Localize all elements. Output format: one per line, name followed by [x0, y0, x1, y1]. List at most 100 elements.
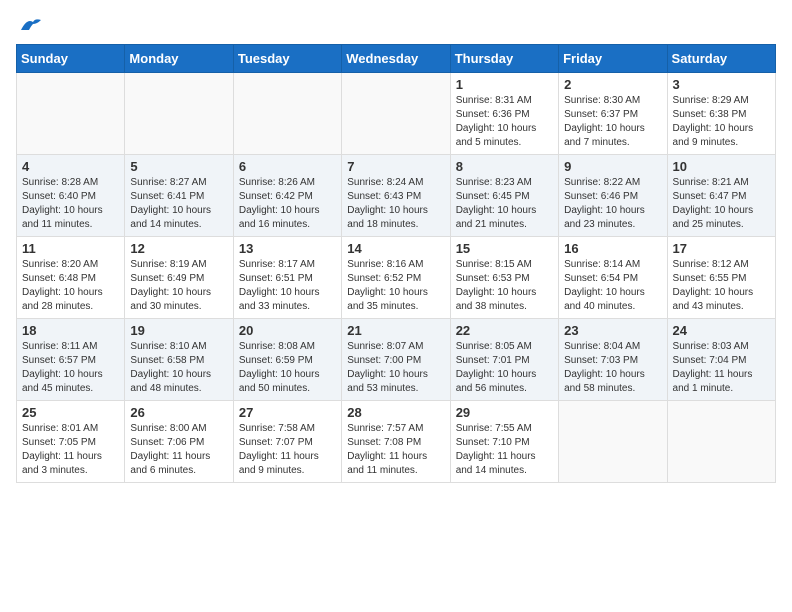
day-info: Sunrise: 8:11 AM Sunset: 6:57 PM Dayligh…: [22, 340, 119, 396]
day-info: Sunrise: 8:07 AM Sunset: 7:00 PM Dayligh…: [347, 340, 444, 396]
day-number: 9: [564, 159, 661, 174]
day-info: Sunrise: 8:22 AM Sunset: 6:46 PM Dayligh…: [564, 176, 661, 232]
weekday-header-sunday: Sunday: [17, 45, 125, 73]
calendar-day-cell: [342, 73, 450, 155]
logo: [16, 16, 41, 34]
day-number: 6: [239, 159, 336, 174]
day-info: Sunrise: 8:04 AM Sunset: 7:03 PM Dayligh…: [564, 340, 661, 396]
calendar-week-row: 4 Sunrise: 8:28 AM Sunset: 6:40 PM Daylig…: [17, 155, 776, 237]
calendar-day-cell: [125, 73, 233, 155]
weekday-header-saturday: Saturday: [667, 45, 775, 73]
header: [16, 16, 776, 34]
calendar-day-cell: 3 Sunrise: 8:29 AM Sunset: 6:38 PM Daylig…: [667, 73, 775, 155]
day-number: 4: [22, 159, 119, 174]
calendar-day-cell: 1 Sunrise: 8:31 AM Sunset: 6:36 PM Daylig…: [450, 73, 558, 155]
calendar-day-cell: [233, 73, 341, 155]
calendar-day-cell: 19 Sunrise: 8:10 AM Sunset: 6:58 PM Dayli…: [125, 319, 233, 401]
day-number: 12: [130, 241, 227, 256]
day-number: 7: [347, 159, 444, 174]
day-info: Sunrise: 7:57 AM Sunset: 7:08 PM Dayligh…: [347, 422, 444, 478]
day-info: Sunrise: 8:26 AM Sunset: 6:42 PM Dayligh…: [239, 176, 336, 232]
weekday-header-tuesday: Tuesday: [233, 45, 341, 73]
calendar-day-cell: 2 Sunrise: 8:30 AM Sunset: 6:37 PM Daylig…: [559, 73, 667, 155]
day-info: Sunrise: 8:23 AM Sunset: 6:45 PM Dayligh…: [456, 176, 553, 232]
calendar-day-cell: [17, 73, 125, 155]
calendar-week-row: 11 Sunrise: 8:20 AM Sunset: 6:48 PM Dayli…: [17, 237, 776, 319]
day-number: 20: [239, 323, 336, 338]
calendar-day-cell: 15 Sunrise: 8:15 AM Sunset: 6:53 PM Dayli…: [450, 237, 558, 319]
calendar-day-cell: 17 Sunrise: 8:12 AM Sunset: 6:55 PM Dayli…: [667, 237, 775, 319]
day-number: 8: [456, 159, 553, 174]
day-info: Sunrise: 8:00 AM Sunset: 7:06 PM Dayligh…: [130, 422, 227, 478]
day-number: 26: [130, 405, 227, 420]
calendar-day-cell: 18 Sunrise: 8:11 AM Sunset: 6:57 PM Dayli…: [17, 319, 125, 401]
day-info: Sunrise: 8:16 AM Sunset: 6:52 PM Dayligh…: [347, 258, 444, 314]
day-info: Sunrise: 8:31 AM Sunset: 6:36 PM Dayligh…: [456, 94, 553, 150]
day-number: 3: [673, 77, 770, 92]
day-info: Sunrise: 8:10 AM Sunset: 6:58 PM Dayligh…: [130, 340, 227, 396]
day-number: 10: [673, 159, 770, 174]
day-info: Sunrise: 7:55 AM Sunset: 7:10 PM Dayligh…: [456, 422, 553, 478]
calendar-day-cell: 14Sunrise: 8:16 AM Sunset: 6:52 PM Dayli…: [342, 237, 450, 319]
calendar-day-cell: 28 Sunrise: 7:57 AM Sunset: 7:08 PM Dayli…: [342, 401, 450, 483]
day-number: 27: [239, 405, 336, 420]
calendar-table: SundayMondayTuesdayWednesdayThursdayFrid…: [16, 44, 776, 483]
day-number: 1: [456, 77, 553, 92]
day-number: 21: [347, 323, 444, 338]
day-number: 13: [239, 241, 336, 256]
day-number: 23: [564, 323, 661, 338]
day-info: Sunrise: 8:03 AM Sunset: 7:04 PM Dayligh…: [673, 340, 770, 396]
calendar-day-cell: 10 Sunrise: 8:21 AM Sunset: 6:47 PM Dayli…: [667, 155, 775, 237]
day-info: Sunrise: 8:12 AM Sunset: 6:55 PM Dayligh…: [673, 258, 770, 314]
day-info: Sunrise: 8:05 AM Sunset: 7:01 PM Dayligh…: [456, 340, 553, 396]
day-info: Sunrise: 8:30 AM Sunset: 6:37 PM Dayligh…: [564, 94, 661, 150]
day-number: 16: [564, 241, 661, 256]
calendar-week-row: 18 Sunrise: 8:11 AM Sunset: 6:57 PM Dayli…: [17, 319, 776, 401]
calendar-day-cell: 23 Sunrise: 8:04 AM Sunset: 7:03 PM Dayli…: [559, 319, 667, 401]
calendar-day-cell: 21 Sunrise: 8:07 AM Sunset: 7:00 PM Dayli…: [342, 319, 450, 401]
calendar-header-row: SundayMondayTuesdayWednesdayThursdayFrid…: [17, 45, 776, 73]
calendar-day-cell: 22 Sunrise: 8:05 AM Sunset: 7:01 PM Dayli…: [450, 319, 558, 401]
day-number: 18: [22, 323, 119, 338]
calendar-day-cell: 6 Sunrise: 8:26 AM Sunset: 6:42 PM Daylig…: [233, 155, 341, 237]
day-info: Sunrise: 7:58 AM Sunset: 7:07 PM Dayligh…: [239, 422, 336, 478]
day-number: 28: [347, 405, 444, 420]
day-info: Sunrise: 8:24 AM Sunset: 6:43 PM Dayligh…: [347, 176, 444, 232]
day-info: Sunrise: 8:27 AM Sunset: 6:41 PM Dayligh…: [130, 176, 227, 232]
day-info: Sunrise: 8:01 AM Sunset: 7:05 PM Dayligh…: [22, 422, 119, 478]
calendar-day-cell: 26 Sunrise: 8:00 AM Sunset: 7:06 PM Dayli…: [125, 401, 233, 483]
day-info: Sunrise: 8:20 AM Sunset: 6:48 PM Dayligh…: [22, 258, 119, 314]
calendar-day-cell: 8 Sunrise: 8:23 AM Sunset: 6:45 PM Daylig…: [450, 155, 558, 237]
logo-blue: [16, 16, 41, 34]
calendar-day-cell: 7 Sunrise: 8:24 AM Sunset: 6:43 PM Daylig…: [342, 155, 450, 237]
calendar-day-cell: 25Sunrise: 8:01 AM Sunset: 7:05 PM Dayli…: [17, 401, 125, 483]
calendar-day-cell: 12 Sunrise: 8:19 AM Sunset: 6:49 PM Dayli…: [125, 237, 233, 319]
weekday-header-friday: Friday: [559, 45, 667, 73]
calendar-day-cell: 11 Sunrise: 8:20 AM Sunset: 6:48 PM Dayli…: [17, 237, 125, 319]
weekday-header-monday: Monday: [125, 45, 233, 73]
calendar-day-cell: 4 Sunrise: 8:28 AM Sunset: 6:40 PM Daylig…: [17, 155, 125, 237]
day-number: 22: [456, 323, 553, 338]
calendar-day-cell: 29Sunrise: 7:55 AM Sunset: 7:10 PM Dayli…: [450, 401, 558, 483]
calendar-day-cell: 24Sunrise: 8:03 AM Sunset: 7:04 PM Dayli…: [667, 319, 775, 401]
calendar-day-cell: [667, 401, 775, 483]
day-number: 15: [456, 241, 553, 256]
calendar-day-cell: 27 Sunrise: 7:58 AM Sunset: 7:07 PM Dayli…: [233, 401, 341, 483]
day-info: Sunrise: 8:17 AM Sunset: 6:51 PM Dayligh…: [239, 258, 336, 314]
day-number: 11: [22, 241, 119, 256]
calendar-day-cell: 16 Sunrise: 8:14 AM Sunset: 6:54 PM Dayli…: [559, 237, 667, 319]
day-info: Sunrise: 8:19 AM Sunset: 6:49 PM Dayligh…: [130, 258, 227, 314]
day-info: Sunrise: 8:29 AM Sunset: 6:38 PM Dayligh…: [673, 94, 770, 150]
calendar-week-row: 1 Sunrise: 8:31 AM Sunset: 6:36 PM Daylig…: [17, 73, 776, 155]
day-number: 19: [130, 323, 227, 338]
day-info: Sunrise: 8:21 AM Sunset: 6:47 PM Dayligh…: [673, 176, 770, 232]
day-info: Sunrise: 8:15 AM Sunset: 6:53 PM Dayligh…: [456, 258, 553, 314]
day-info: Sunrise: 8:28 AM Sunset: 6:40 PM Dayligh…: [22, 176, 119, 232]
weekday-header-thursday: Thursday: [450, 45, 558, 73]
day-number: 2: [564, 77, 661, 92]
calendar-day-cell: 13 Sunrise: 8:17 AM Sunset: 6:51 PM Dayli…: [233, 237, 341, 319]
calendar-day-cell: [559, 401, 667, 483]
calendar-day-cell: 20Sunrise: 8:08 AM Sunset: 6:59 PM Dayli…: [233, 319, 341, 401]
day-info: Sunrise: 8:14 AM Sunset: 6:54 PM Dayligh…: [564, 258, 661, 314]
day-number: 17: [673, 241, 770, 256]
